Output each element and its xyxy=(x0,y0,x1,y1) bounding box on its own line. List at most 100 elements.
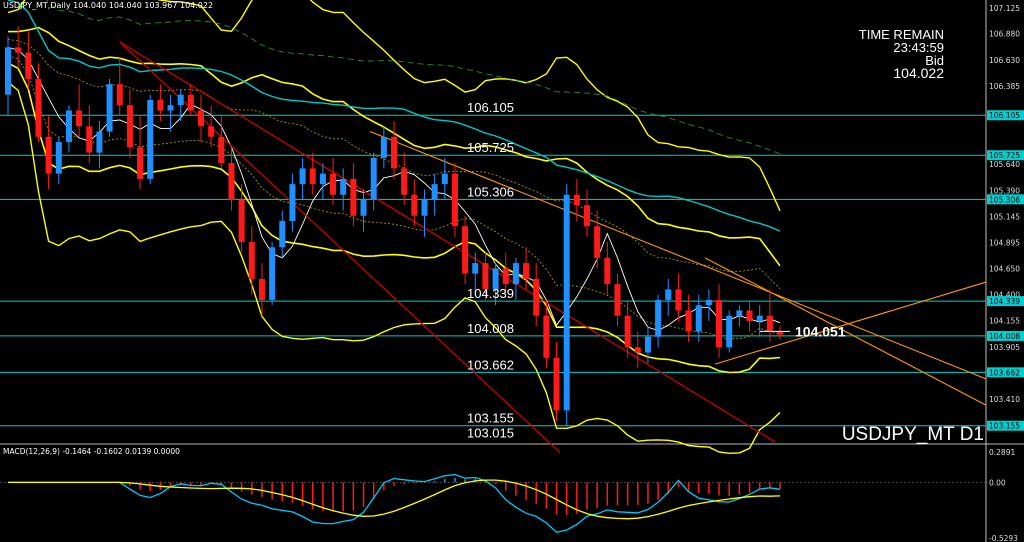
candle-body xyxy=(55,142,62,174)
candle-body xyxy=(421,199,428,216)
candle-body xyxy=(502,268,509,285)
candle-body xyxy=(299,168,306,185)
price-chart[interactable]: 106.105 105.725 105.306 104.339 104.008 103.6… xyxy=(0,0,1024,542)
candle-body xyxy=(401,168,408,195)
candle-body xyxy=(86,126,93,153)
time-remain-panel: TIME REMAIN 23:43:59 Bid 104.022 xyxy=(859,28,944,80)
candle-body xyxy=(228,163,235,200)
candle-body xyxy=(126,105,133,148)
candle-body xyxy=(76,110,83,127)
candle-body xyxy=(512,263,519,285)
candle-body xyxy=(340,178,347,195)
y-tick-label: 106.105 xyxy=(989,111,1020,120)
candle-body xyxy=(583,205,591,227)
candle-body xyxy=(258,278,265,300)
candle-body xyxy=(350,178,357,216)
upper-band-outer xyxy=(7,0,781,212)
candle-body xyxy=(411,194,418,216)
candle-body xyxy=(614,284,621,316)
candle-body xyxy=(208,126,215,137)
candle-body xyxy=(441,173,448,185)
candle-body xyxy=(655,299,662,337)
candle-body xyxy=(370,157,377,200)
candle-body xyxy=(15,47,22,53)
y-tick-label: 106.630 xyxy=(989,56,1020,65)
macd-tick-label: -0.5293 xyxy=(989,534,1018,542)
candle-body xyxy=(147,99,154,179)
candle-body xyxy=(309,168,316,185)
candle-body xyxy=(197,110,205,127)
candle-body xyxy=(675,289,682,311)
candle-body xyxy=(330,173,337,195)
candle-body xyxy=(451,173,458,227)
candle-body xyxy=(431,184,438,200)
y-tick-label: 103.662 xyxy=(989,368,1020,377)
candle-body xyxy=(218,136,225,164)
candle-body xyxy=(573,194,580,206)
trend-line-orange-3 xyxy=(714,281,987,365)
candle-body xyxy=(726,315,733,348)
candle-body xyxy=(523,263,530,279)
candle-body xyxy=(665,289,672,300)
candle-body xyxy=(736,310,743,316)
candle-body xyxy=(756,315,763,321)
y-tick-label: 106.385 xyxy=(989,82,1020,91)
level-label: 103.155 xyxy=(467,411,514,426)
candle-body xyxy=(4,47,12,95)
candle-body xyxy=(137,147,144,179)
y-tick-label: 105.145 xyxy=(989,212,1020,221)
macd-tick-label: 0.00 xyxy=(989,478,1006,487)
candle-body xyxy=(269,247,276,300)
candle-body xyxy=(553,357,560,411)
candle-body xyxy=(634,347,641,353)
candle-body xyxy=(157,99,164,111)
candle-body xyxy=(462,226,469,274)
candle-body xyxy=(604,257,611,285)
candle-body xyxy=(563,194,570,411)
fast-ma-line xyxy=(7,46,781,331)
y-tick-label: 105.725 xyxy=(989,151,1020,160)
candle-body xyxy=(472,263,479,274)
candle-body xyxy=(380,136,387,158)
candle-body xyxy=(766,315,773,332)
y-tick-label: 103.155 xyxy=(989,422,1020,431)
y-tick-label: 103.410 xyxy=(989,395,1020,404)
y-tick-label: 105.390 xyxy=(989,186,1020,195)
level-label: 104.339 xyxy=(467,286,514,301)
current-price-label: 104.051 xyxy=(795,323,846,339)
candle-body xyxy=(543,315,550,358)
y-tick-label: 105.640 xyxy=(989,160,1020,169)
level-label: 106.105 xyxy=(467,100,514,115)
y-tick-label: 104.008 xyxy=(989,332,1020,341)
symbol-header: USDJPY_MT,Daily 104.040 104.040 103.967 … xyxy=(3,1,214,10)
candle-body xyxy=(45,136,52,174)
y-tick-label: 104.339 xyxy=(989,297,1020,306)
macd-tick-label: 0.2891 xyxy=(989,448,1015,457)
candle-body xyxy=(279,221,286,248)
level-label: 104.008 xyxy=(467,321,514,336)
candle-body xyxy=(167,105,174,111)
candle-body xyxy=(716,299,723,348)
candle-body xyxy=(776,331,784,335)
candle-body xyxy=(533,278,540,316)
candle-body xyxy=(360,199,367,216)
candle-body xyxy=(238,199,245,243)
level-label: 105.306 xyxy=(467,184,514,199)
candle-body xyxy=(705,299,712,306)
candle-body xyxy=(106,84,113,132)
candle-body xyxy=(624,315,631,348)
candle-body xyxy=(248,242,255,279)
candle-body xyxy=(644,336,651,353)
y-tick-label: 105.306 xyxy=(989,195,1020,204)
level-label: 105.725 xyxy=(467,140,514,155)
lower-band-inner xyxy=(7,62,781,374)
candle-body xyxy=(116,84,123,106)
y-tick-label: 103.905 xyxy=(989,343,1020,352)
candle-body xyxy=(319,173,326,185)
candle-body xyxy=(177,94,184,106)
candle-body xyxy=(685,310,692,332)
macd-header: MACD(12,26,9) -0.1464 -0.1602 0.0139 0.0… xyxy=(3,447,180,456)
candle-body xyxy=(594,226,601,258)
lower-band-dotted xyxy=(7,54,781,340)
level-label: 103.662 xyxy=(467,357,514,372)
